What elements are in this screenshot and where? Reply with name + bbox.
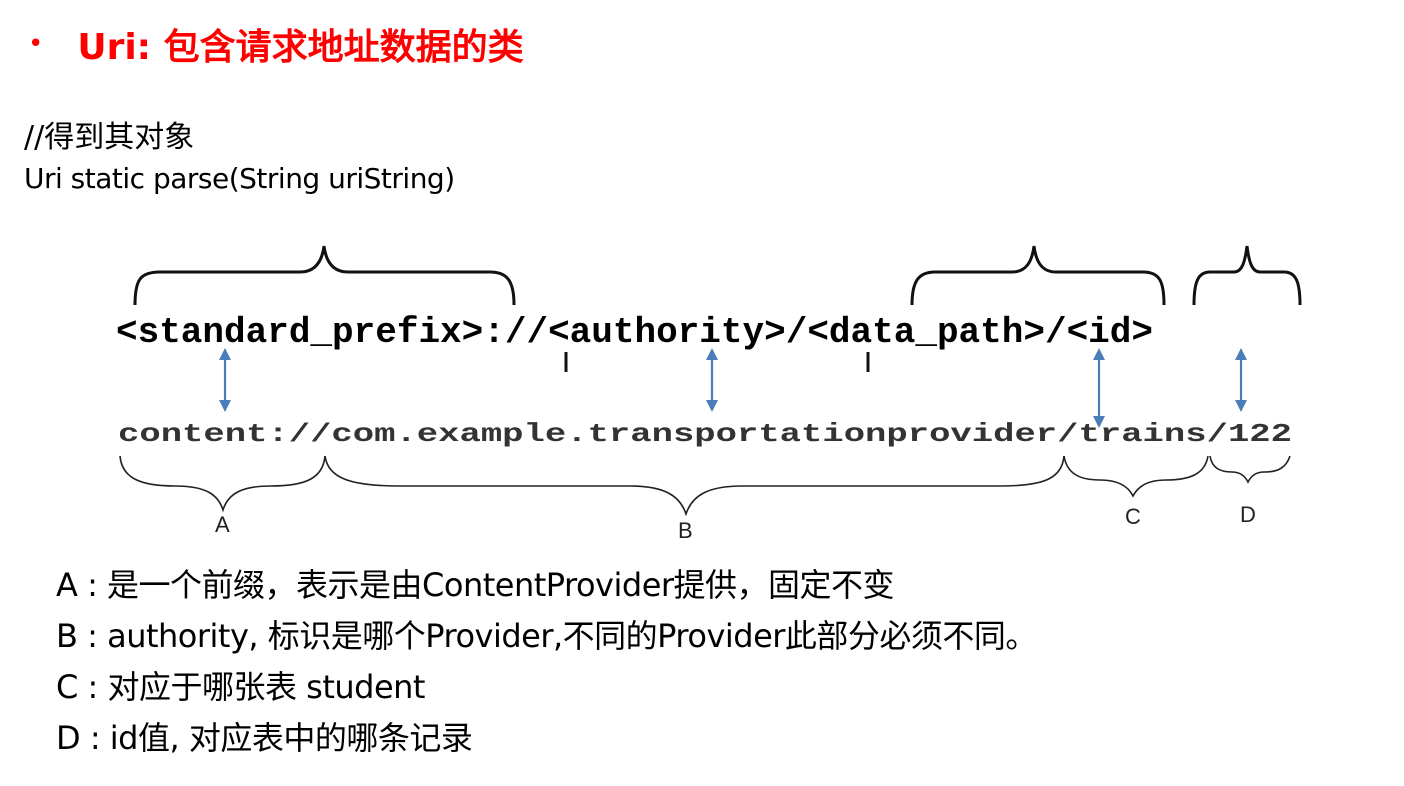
brace-standard-prefix xyxy=(133,245,516,306)
pattern-authority: <authority> xyxy=(548,312,786,353)
segment-label-b: B xyxy=(678,518,693,543)
example-sep1: / xyxy=(1057,419,1078,449)
pattern-sep3: / xyxy=(1045,312,1067,353)
arrow-standard-prefix xyxy=(219,348,231,412)
segment-label-d: D xyxy=(1240,502,1256,527)
pattern-data-path: <data_path> xyxy=(807,312,1045,353)
segment-label-c: C xyxy=(1125,504,1141,529)
brace-segment-a xyxy=(119,455,326,513)
arrow-authority xyxy=(706,348,718,412)
example-sep2: / xyxy=(1207,419,1228,449)
uri-pattern: <standard_prefix>://<authority>/<data_pa… xyxy=(116,312,1153,353)
explanation-c: C : 对应于哪张表 student xyxy=(56,668,425,706)
brace-id xyxy=(1192,245,1302,306)
example-prefix: content:// xyxy=(118,419,331,449)
explanation-a: A : 是一个前缀，表示是由ContentProvider提供，固定不变 xyxy=(56,566,895,604)
explanation-b: B : authority, 标识是哪个Provider,不同的Provider… xyxy=(56,617,1037,655)
arrow-data-path xyxy=(1093,348,1105,428)
brace-segment-b xyxy=(324,455,1065,517)
arrow-id xyxy=(1235,348,1247,412)
example-authority: com.example.transportationprovider xyxy=(331,419,1057,449)
explanation-d: D : id值, 对应表中的哪条记录 xyxy=(56,719,473,757)
pattern-sep1: :// xyxy=(483,312,548,353)
example-path: trains xyxy=(1079,419,1207,449)
brace-data-path xyxy=(910,245,1166,306)
segment-label-a: A xyxy=(215,512,230,537)
uri-example: content://com.example.transportationprov… xyxy=(118,419,1292,449)
brace-segment-c xyxy=(1063,455,1209,498)
pattern-id: <id> xyxy=(1067,312,1153,353)
slide: • Uri: 包含请求地址数据的类 //得到其对象 Uri static par… xyxy=(0,0,1404,786)
segment-explanations: A : 是一个前缀，表示是由ContentProvider提供，固定不变 B :… xyxy=(56,560,1037,764)
pattern-standard-prefix: <standard_prefix> xyxy=(116,312,483,353)
example-id: 122 xyxy=(1228,419,1292,449)
pattern-sep2: / xyxy=(786,312,808,353)
brace-segment-d xyxy=(1209,455,1291,484)
